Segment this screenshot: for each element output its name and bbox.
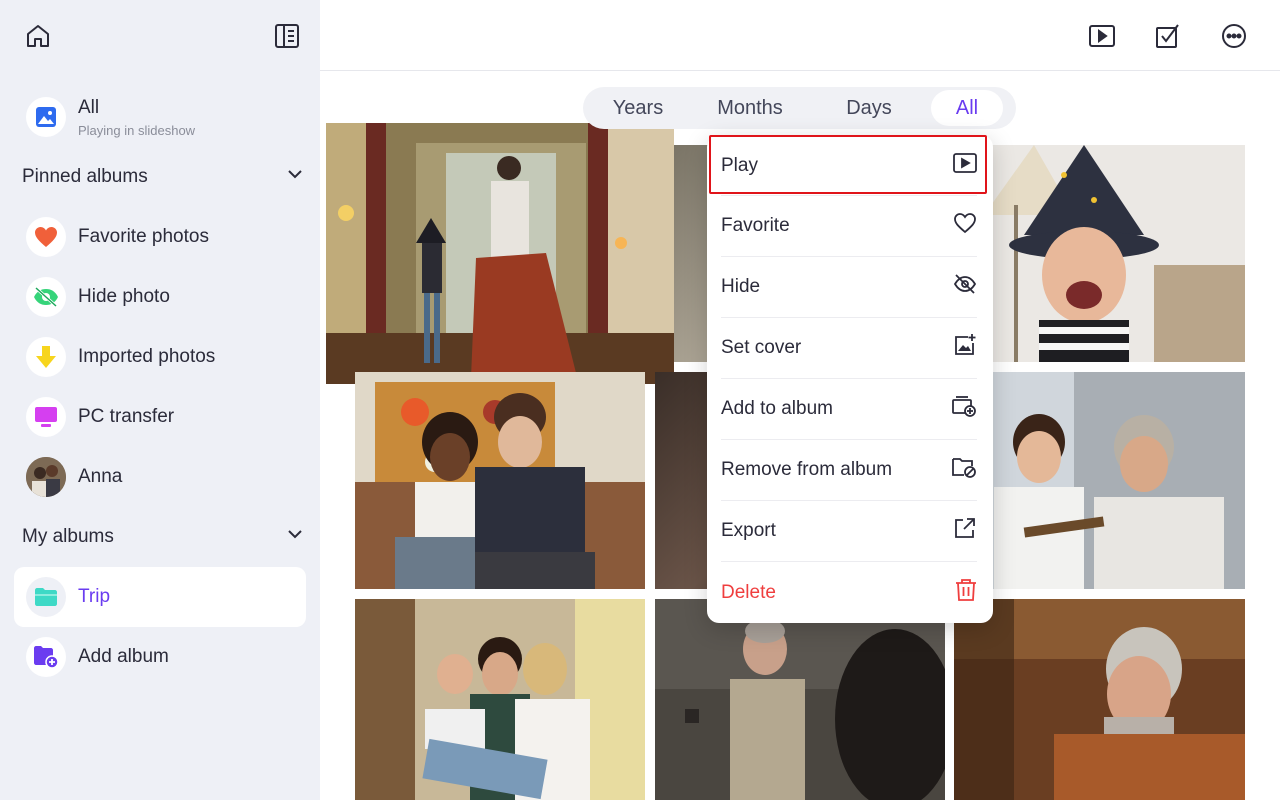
sidebar-item-label: Anna (78, 466, 123, 487)
eye-off-icon (953, 273, 977, 301)
sidebar-item-label: Hide photo (78, 286, 170, 307)
sidebar: All Playing in slideshow Pinned albums F… (0, 0, 320, 800)
sidebar-item-imported-photos[interactable]: Imported photos (14, 327, 306, 387)
sidebar-item-all[interactable]: All Playing in slideshow (14, 87, 306, 147)
set-cover-icon (953, 333, 977, 363)
sidebar-item-label: All (78, 96, 100, 118)
photo-thumbnail[interactable] (326, 123, 674, 384)
menu-item-label: Set cover (721, 337, 802, 358)
home-icon[interactable] (24, 22, 52, 50)
sidebar-item-anna[interactable]: Anna (14, 447, 306, 507)
download-arrow-icon (26, 337, 66, 377)
menu-item-label: Hide (721, 276, 761, 297)
heart-icon (26, 217, 66, 257)
photo-thumbnail[interactable] (655, 599, 945, 800)
photo-thumbnail[interactable] (355, 372, 645, 589)
view-tabs: Years Months Days All (583, 87, 1016, 129)
photo-thumbnail[interactable] (954, 145, 1245, 362)
remove-folder-icon (951, 455, 977, 485)
photo-thumbnail[interactable] (954, 599, 1245, 800)
sidebar-item-pc-transfer[interactable]: PC transfer (14, 387, 306, 447)
menu-item-hide[interactable]: Hide (721, 257, 977, 318)
menu-item-label: Add to album (721, 398, 833, 419)
divider (721, 135, 977, 196)
trash-icon (955, 578, 977, 608)
chevron-down-icon[interactable] (286, 165, 304, 189)
menu-item-label: Favorite (721, 215, 790, 236)
folder-icon (26, 577, 66, 617)
tab-days[interactable]: Days (810, 90, 928, 126)
pinned-albums-header[interactable]: Pinned albums (22, 162, 304, 192)
photo-thumbnail[interactable] (355, 599, 645, 800)
sidebar-toggle-icon[interactable] (273, 22, 301, 50)
sidebar-item-label: Trip (78, 586, 111, 607)
menu-item-label: Export (721, 520, 776, 541)
sidebar-item-label: Favorite photos (78, 226, 209, 247)
add-album-icon (26, 637, 66, 677)
menu-item-label: Delete (721, 581, 776, 603)
add-to-album-icon (951, 394, 977, 424)
tab-months[interactable]: Months (690, 90, 810, 126)
chevron-down-icon[interactable] (286, 525, 304, 549)
sidebar-item-label: Add album (78, 646, 169, 667)
sidebar-item-trip[interactable]: Trip (14, 567, 306, 627)
menu-item-delete[interactable]: Delete (721, 562, 977, 623)
section-title: My albums (22, 526, 114, 547)
export-icon (953, 516, 977, 546)
section-title: Pinned albums (22, 166, 148, 187)
sidebar-item-hide-photo[interactable]: Hide photo (14, 267, 306, 327)
photo-thumbnail[interactable] (954, 372, 1245, 589)
sidebar-item-label: PC transfer (78, 406, 175, 427)
context-menu: Play Favorite Hide Set cover Add to albu… (707, 135, 993, 623)
select-icon[interactable] (1154, 22, 1182, 50)
sidebar-item-subtitle: Playing in slideshow (78, 122, 196, 138)
tab-years[interactable]: Years (586, 90, 690, 126)
menu-item-remove-from-album[interactable]: Remove from album (721, 440, 977, 501)
person-avatar (26, 457, 66, 497)
menu-item-export[interactable]: Export (721, 501, 977, 562)
slideshow-play-icon[interactable] (1088, 22, 1116, 50)
sidebar-item-favorite-photos[interactable]: Favorite photos (14, 207, 306, 267)
eye-off-icon (26, 277, 66, 317)
top-toolbar (320, 0, 1280, 71)
menu-item-label: Remove from album (721, 459, 893, 480)
menu-item-add-to-album[interactable]: Add to album (721, 379, 977, 440)
sidebar-item-add-album[interactable]: Add album (14, 627, 306, 687)
heart-outline-icon (953, 212, 977, 240)
monitor-icon (26, 397, 66, 437)
more-options-icon[interactable] (1220, 22, 1248, 50)
menu-item-favorite[interactable]: Favorite (721, 196, 977, 257)
my-albums-header[interactable]: My albums (22, 522, 304, 552)
tab-all[interactable]: All (931, 90, 1003, 126)
sidebar-item-label: Imported photos (78, 346, 216, 367)
image-icon (26, 97, 66, 137)
menu-item-set-cover[interactable]: Set cover (721, 318, 977, 379)
